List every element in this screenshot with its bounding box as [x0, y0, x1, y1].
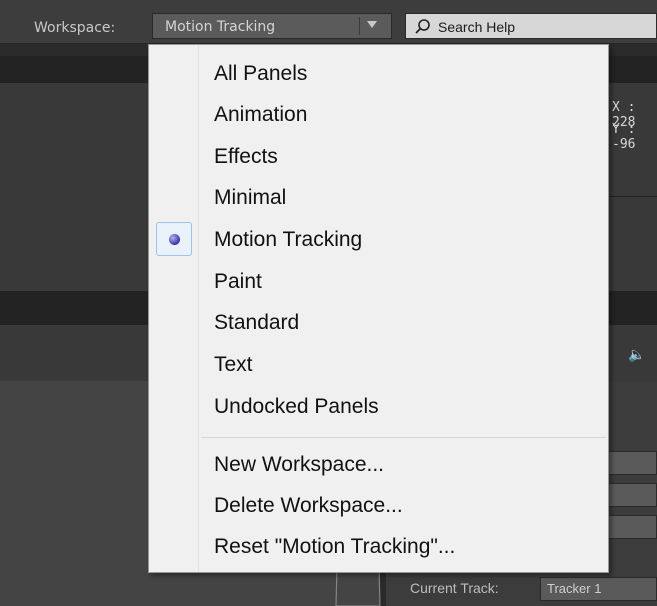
menu-item-label: Paint	[214, 270, 262, 293]
menu-item-text[interactable]: Text	[149, 345, 608, 386]
menu-item-label: New Workspace...	[214, 453, 384, 476]
menu-item-standard[interactable]: Standard	[149, 303, 608, 344]
search-placeholder: Search Help	[438, 19, 516, 35]
menu-item-all-panels[interactable]: All Panels	[149, 54, 608, 95]
menu-item-animation[interactable]: Animation	[149, 95, 608, 136]
current-track-select[interactable]: Tracker 1	[540, 577, 657, 601]
menu-item-label: Effects	[214, 145, 278, 168]
selected-indicator	[156, 222, 192, 256]
menu-item-label: All Panels	[214, 62, 308, 85]
menu-item-delete-workspace[interactable]: Delete Workspace...	[149, 486, 608, 527]
top-toolbar: Workspace: Motion Tracking Search Help	[0, 0, 657, 44]
menu-item-minimal[interactable]: Minimal	[149, 178, 608, 219]
menu-item-label: Text	[214, 353, 253, 376]
search-help-input[interactable]: Search Help	[405, 13, 657, 39]
menu-item-new-workspace[interactable]: New Workspace...	[149, 445, 608, 486]
menu-item-paint[interactable]: Paint	[149, 262, 608, 303]
menu-item-label: Animation	[214, 103, 308, 126]
workspace-label: Workspace:	[34, 20, 116, 36]
dropdown-divider	[359, 17, 360, 35]
menu-item-label: Minimal	[214, 186, 287, 209]
y-coordinate-readout: Y : -96	[612, 122, 636, 152]
menu-item-effects[interactable]: Effects	[149, 137, 608, 178]
workspace-dropdown-value: Motion Tracking	[165, 19, 276, 35]
menu-item-label: Delete Workspace...	[214, 494, 403, 517]
menu-separator	[201, 437, 606, 438]
search-icon	[415, 19, 430, 34]
menu-item-label: Standard	[214, 311, 300, 334]
menu-item-label: Reset "Motion Tracking"...	[214, 535, 456, 558]
speaker-icon[interactable]: 🔈	[628, 347, 645, 363]
menu-item-label: Motion Tracking	[214, 228, 363, 251]
radio-dot-icon	[169, 234, 180, 245]
menu-item-undocked-panels[interactable]: Undocked Panels	[149, 387, 608, 428]
panel-divider	[606, 196, 657, 197]
chevron-down-icon[interactable]	[367, 21, 377, 28]
menu-item-reset-workspace[interactable]: Reset "Motion Tracking"...	[149, 527, 608, 568]
current-track-label: Current Track:	[410, 580, 499, 596]
workspace-dropdown[interactable]: Motion Tracking	[152, 13, 392, 39]
menu-item-motion-tracking[interactable]: Motion Tracking	[149, 220, 608, 261]
workspace-menu: All Panels Animation Effects Minimal Mot…	[148, 44, 609, 573]
menu-item-label: Undocked Panels	[214, 395, 379, 418]
